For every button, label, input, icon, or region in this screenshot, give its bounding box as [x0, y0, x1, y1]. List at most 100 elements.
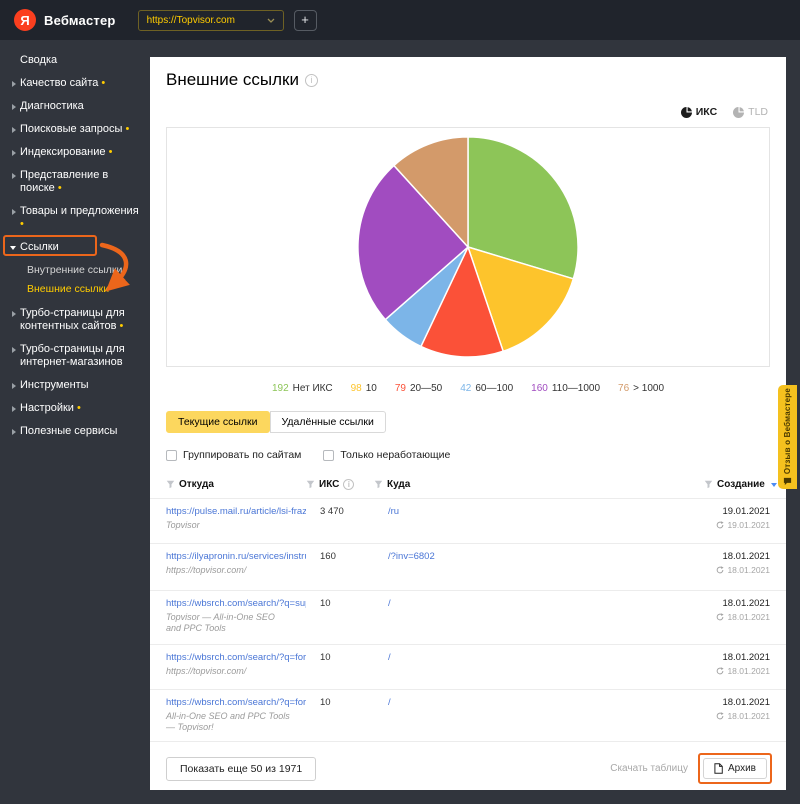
- table-row: https://ilyapronin.ru/services/instrumen…: [150, 544, 786, 591]
- target-link[interactable]: /ru: [374, 506, 704, 543]
- source-note: All-in-One SEO and PPC Tools — Topvisor!: [166, 711, 306, 733]
- refresh-icon: [716, 712, 724, 720]
- legend-label: 60—100: [475, 383, 513, 394]
- target-link[interactable]: /: [374, 598, 704, 644]
- target-link[interactable]: /?inv=6802: [374, 551, 704, 590]
- source-note: Topvisor: [166, 520, 306, 531]
- links-submenu: Внутренние ссылки Внешние ссылки: [0, 259, 150, 302]
- tab-current-links[interactable]: Текущие ссылки: [166, 411, 270, 433]
- show-more-button[interactable]: Показать еще 50 из 1971: [166, 757, 316, 781]
- tab-removed-links[interactable]: Удалённые ссылки: [270, 411, 386, 433]
- info-icon[interactable]: i: [343, 479, 354, 490]
- download-table-link[interactable]: Скачать таблицу: [610, 763, 688, 774]
- chart-panel: [166, 127, 770, 367]
- sidebar-item-kachestvo[interactable]: Качество сайта: [0, 72, 150, 95]
- column-otkuda: Откуда: [166, 479, 306, 490]
- pie-icon: [681, 107, 692, 118]
- sidebar-item-predstavlenie[interactable]: Представление в поиске: [0, 164, 150, 200]
- column-sozdanie[interactable]: Создание: [704, 479, 777, 490]
- chevron-right-icon: [12, 150, 16, 156]
- source-link[interactable]: https://wbsrch.com/search/?q=forsaleby…: [166, 652, 306, 663]
- chevron-right-icon: [12, 127, 16, 133]
- sidebar-item-ssylki[interactable]: Ссылки: [0, 236, 150, 259]
- brand-title: Вебмастер: [44, 13, 116, 28]
- legend-label: Нет ИКС: [293, 383, 333, 394]
- chevron-right-icon: [12, 406, 16, 412]
- feedback-tab[interactable]: Отзыв о Вебмастере: [778, 385, 797, 489]
- chevron-right-icon: [12, 104, 16, 110]
- links-tabs: Текущие ссылки Удалённые ссылки: [166, 411, 386, 433]
- legend-value: 192: [272, 383, 289, 394]
- toggle-tld[interactable]: TLD: [733, 106, 768, 118]
- target-link[interactable]: /: [374, 652, 704, 689]
- sidebar-item-turbo-shop[interactable]: Турбо-страницы для интернет-магазинов: [0, 338, 150, 374]
- iks-value: 10: [306, 697, 374, 741]
- site-selector-dropdown[interactable]: https://Topvisor.com: [138, 10, 284, 31]
- legend-value: 76: [618, 383, 629, 394]
- main-panel: Внешние ссылки i ИКС TLD 192Нет ИКС98107…: [150, 57, 786, 790]
- source-link[interactable]: https://ilyapronin.ru/services/instrumen…: [166, 551, 306, 562]
- sidebar-item-nastroyki[interactable]: Настройки: [0, 397, 150, 420]
- table-row: https://wbsrch.com/search/?q=forsaleby… …: [150, 690, 786, 742]
- sidebar-subitem-vneshnie[interactable]: Внешние ссылки: [27, 279, 150, 298]
- chevron-right-icon: [12, 383, 16, 389]
- source-note: https://topvisor.com/: [166, 565, 306, 576]
- legend-item: 7920—50: [395, 383, 442, 394]
- sidebar-item-zaprosy[interactable]: Поисковые запросы: [0, 118, 150, 141]
- table-footer: Показать еще 50 из 1971 Скачать таблицу …: [150, 748, 786, 790]
- sidebar-item-instrumenty[interactable]: Инструменты: [0, 374, 150, 397]
- refresh-icon: [716, 667, 724, 675]
- filter-icon[interactable]: [704, 480, 713, 489]
- sidebar-subitem-vnutrennie[interactable]: Внутренние ссылки: [27, 260, 150, 279]
- checkbox-group-by-site[interactable]: Группировать по сайтам: [166, 449, 301, 461]
- recheck-date: 18.01.2021: [704, 711, 770, 721]
- checkbox-icon[interactable]: [323, 450, 334, 461]
- sidebar-item-servisy[interactable]: Полезные сервисы: [0, 420, 150, 443]
- legend-value: 42: [460, 383, 471, 394]
- chevron-right-icon: [12, 209, 16, 215]
- feedback-bubble-icon: [783, 477, 792, 486]
- source-link[interactable]: https://pulse.mail.ru/article/lsi-frazy-…: [166, 506, 306, 517]
- sidebar-item-turbo-content[interactable]: Турбо-страницы для контентных сайтов: [0, 302, 150, 338]
- archive-button[interactable]: Архив: [703, 758, 767, 779]
- target-link[interactable]: /: [374, 697, 704, 741]
- refresh-icon: [716, 566, 724, 574]
- filter-icon[interactable]: [374, 480, 383, 489]
- source-link[interactable]: https://wbsrch.com/search/?q=forsaleby…: [166, 697, 306, 708]
- table-row: https://wbsrch.com/search/?q=forsaleby… …: [150, 645, 786, 690]
- chart-mode-toggles: ИКС TLD: [681, 106, 768, 118]
- recheck-date: 18.01.2021: [704, 565, 770, 575]
- column-kuda: Куда: [374, 479, 704, 490]
- created-date: 18.01.2021: [704, 697, 770, 708]
- info-icon[interactable]: i: [305, 74, 318, 87]
- sidebar-item-diagnostika[interactable]: Диагностика: [0, 95, 150, 118]
- refresh-icon: [716, 521, 724, 529]
- toggle-iks[interactable]: ИКС: [681, 106, 717, 118]
- chevron-down-icon: [10, 246, 16, 250]
- filter-icon[interactable]: [306, 480, 315, 489]
- filter-icon[interactable]: [166, 480, 175, 489]
- filter-checkboxes: Группировать по сайтам Только неработающ…: [166, 449, 450, 461]
- sidebar-item-svodka[interactable]: Сводка: [0, 49, 150, 72]
- sidebar-item-tovary[interactable]: Товары и предложения: [0, 200, 150, 236]
- legend-label: 10: [366, 383, 377, 394]
- checkbox-only-broken[interactable]: Только неработающие: [323, 449, 450, 461]
- source-link[interactable]: https://wbsrch.com/search/?q=supporte: [166, 598, 306, 609]
- chevron-down-icon: [267, 18, 275, 23]
- created-date: 18.01.2021: [704, 652, 770, 663]
- iks-value: 10: [306, 598, 374, 644]
- chevron-right-icon: [12, 173, 16, 179]
- sidebar: Сводка Качество сайта Диагностика Поиско…: [0, 40, 150, 804]
- checkbox-icon[interactable]: [166, 450, 177, 461]
- legend-item: 160110—1000: [531, 383, 600, 394]
- add-site-button[interactable]: +: [294, 10, 317, 31]
- created-date: 18.01.2021: [704, 551, 770, 562]
- created-date: 18.01.2021: [704, 598, 770, 609]
- legend-value: 79: [395, 383, 406, 394]
- table-header: Откуда ИКС i Куда Создание: [150, 479, 786, 499]
- pie-chart[interactable]: [355, 134, 581, 360]
- yandex-logo-icon[interactable]: Я: [14, 9, 36, 31]
- legend-label: 110—1000: [552, 383, 600, 394]
- chevron-right-icon: [12, 311, 16, 317]
- sidebar-item-indeksirovanie[interactable]: Индексирование: [0, 141, 150, 164]
